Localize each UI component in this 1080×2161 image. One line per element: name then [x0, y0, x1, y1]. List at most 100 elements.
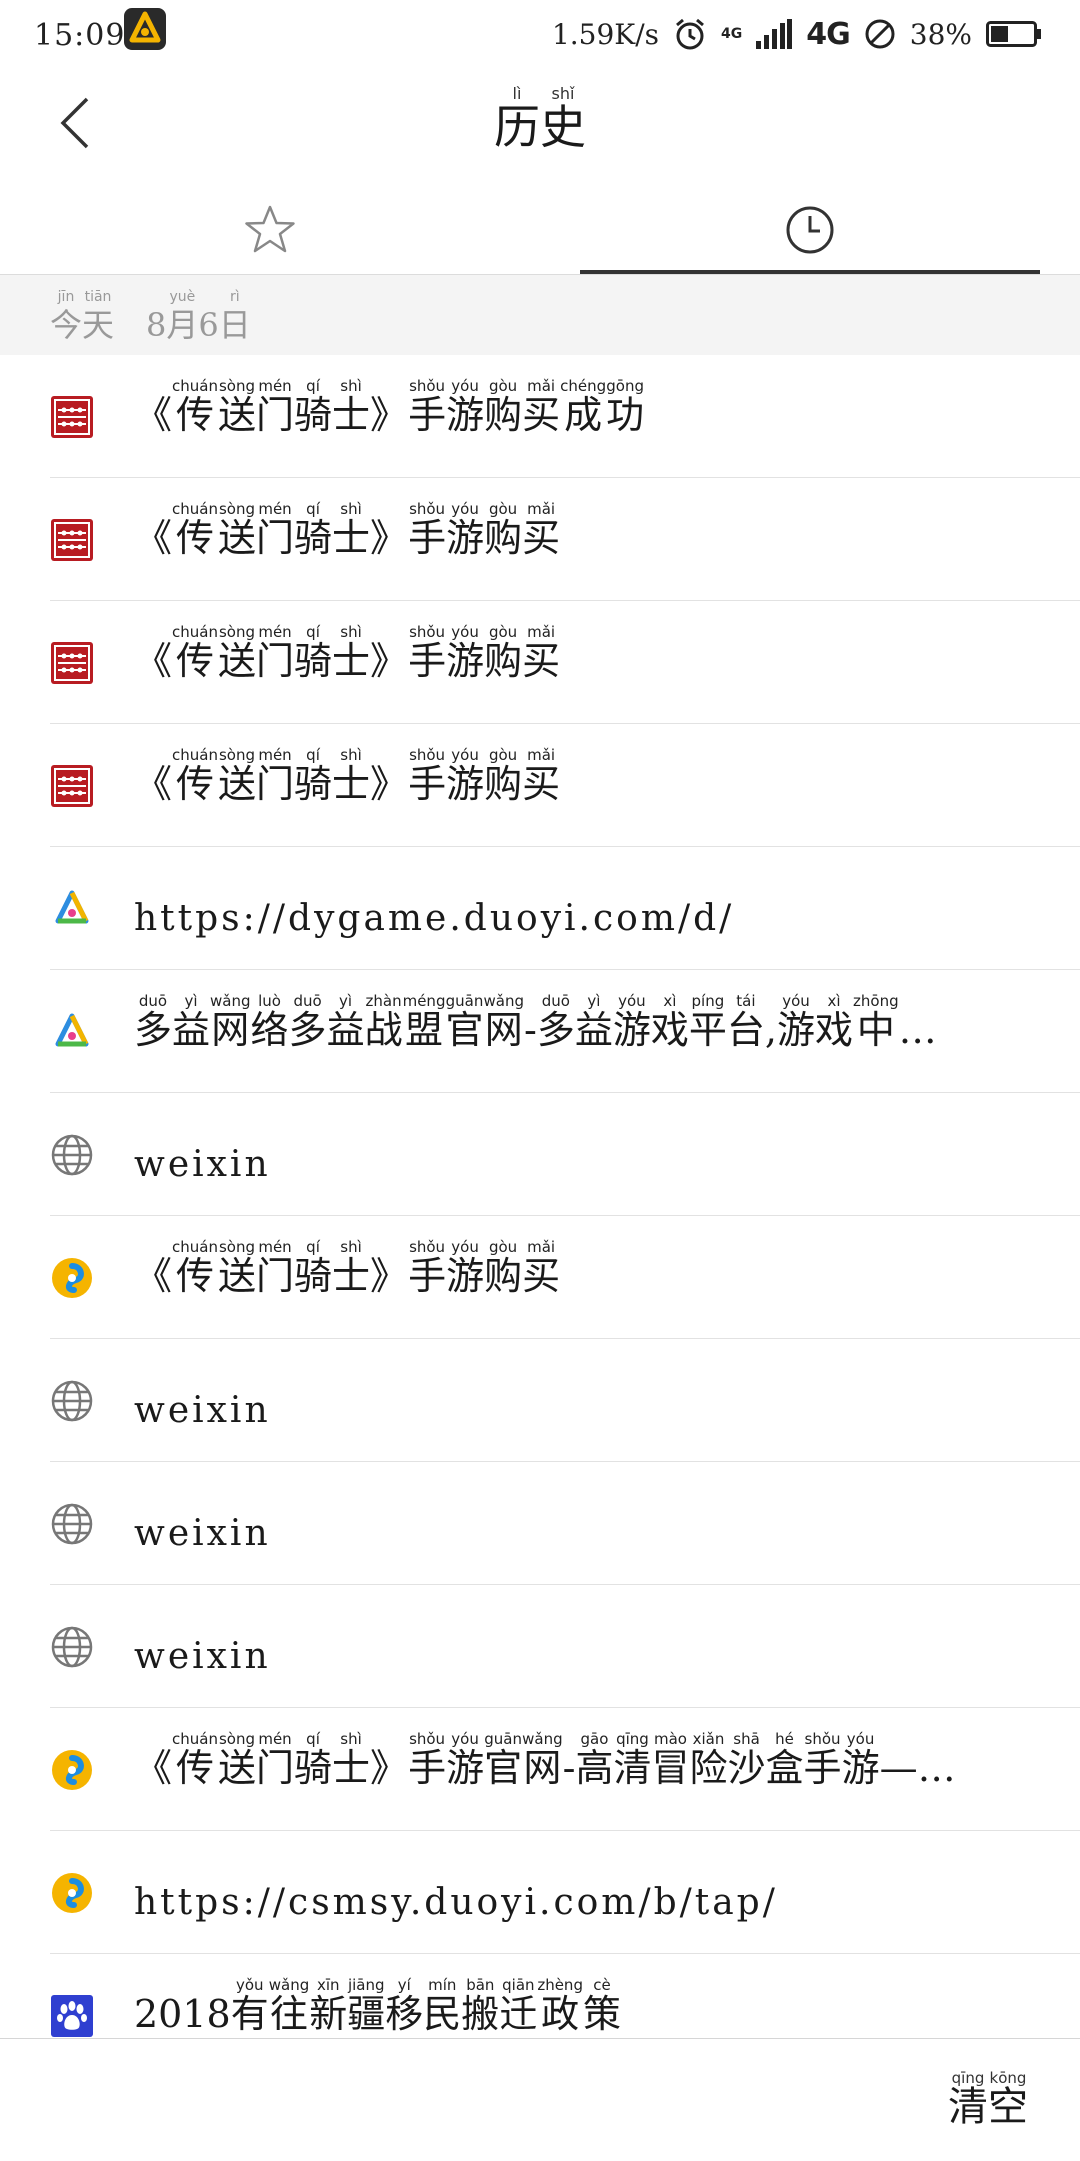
hanzi: 网 [211, 1008, 250, 1052]
history-item[interactable]: weixin [0, 1339, 1080, 1462]
alarm-icon [676, 18, 704, 50]
network-small-label: 4G [721, 26, 743, 42]
history-item-title: https://csmsy.duoyi.com/b/tap/ [134, 1853, 1020, 1927]
hanzi: 策 [582, 1992, 621, 2036]
ruby-char: mǎi 买 [522, 623, 560, 685]
hanzi: 《 [134, 762, 173, 806]
hanzi: 游 [446, 762, 485, 806]
ruby-char: shì 士 [332, 746, 370, 808]
history-item[interactable]: 《 chuán 传 sòng 送 mén 门 qí 骑 shì 士 》 shǒu 手 yóu 游 gòu 购 mǎ… [0, 355, 1080, 478]
ruby-char: qí 骑 [294, 1730, 332, 1792]
signal-icon [756, 19, 793, 49]
hanzi: 有 [230, 1992, 269, 2036]
ruby-char: mǎi 买 [522, 377, 560, 439]
ruby-char: chuán 传 [172, 1238, 218, 1300]
hanzi: 月 [166, 306, 199, 344]
ruby-char: qí 骑 [294, 746, 332, 808]
history-item[interactable]: 《 chuán 传 sòng 送 mén 门 qí 骑 shì 士 》 shǒu 手 yóu 游 guān 官 w… [0, 1708, 1080, 1831]
ruby-char: 》 [370, 746, 408, 808]
ruby-char: gāo 高 [575, 1730, 613, 1792]
ruby-char: mǎi 买 [522, 746, 560, 808]
ruby-char: 6 [198, 289, 218, 345]
hanzi: 》 [370, 762, 409, 806]
pinyin: jīn [57, 289, 75, 305]
ruby-char: sòng 送 [218, 500, 256, 562]
ruby-char: 《 [134, 746, 172, 808]
hanzi: 送 [217, 516, 256, 560]
ruby-char: qiān 迁 [499, 1976, 537, 2038]
hanzi: 传 [175, 516, 214, 560]
ruby-char: yóu 游 [446, 1238, 484, 1300]
ruby-char: yì 益 [575, 992, 613, 1054]
tab-favorites[interactable] [0, 186, 540, 274]
ruby-char: duō 多 [134, 992, 172, 1054]
abacus-icon [50, 641, 94, 685]
history-item-title: 《 chuán 传 sòng 送 mén 门 qí 骑 shì 士 》 shǒu 手 yóu 游 gòu 购 mǎ… [134, 377, 1020, 439]
ruby-char: yóu 游 [446, 746, 484, 808]
history-item[interactable]: 《 chuán 传 sòng 送 mén 门 qí 骑 shì 士 》 shǒu 手 yóu 游 gòu 购 mǎ… [0, 1216, 1080, 1339]
ruby-char: yóu 游 [842, 1730, 880, 1792]
ruby-char: tiān 天 [82, 289, 114, 345]
hanzi: 购 [484, 639, 523, 683]
hanzi: 功 [606, 393, 645, 437]
abacus-icon [50, 764, 94, 808]
history-item-title: weixin [134, 1607, 1020, 1681]
tab-bar [0, 186, 1080, 275]
hanzi: 台 [726, 1008, 765, 1052]
hanzi: 2018 [134, 1992, 231, 2036]
clear-button[interactable]: qīng 清 kōng 空 [948, 2069, 1028, 2131]
ruby-char: yóu 游 [446, 377, 484, 439]
hanzi: 手 [408, 1746, 447, 1790]
history-item[interactable]: https://dygame.duoyi.com/d/ [0, 847, 1080, 970]
hanzi: 中 [856, 1008, 895, 1052]
ruby-char: xīn 新 [309, 1976, 347, 2038]
hanzi: 门 [256, 762, 295, 806]
history-item[interactable]: weixin [0, 1585, 1080, 1708]
hanzi: 骑 [294, 762, 333, 806]
ruby-char: qí 骑 [294, 623, 332, 685]
globe-icon [50, 1502, 94, 1546]
ruby-char: shǒu 手 [408, 377, 446, 439]
ruby-char: yuè 月 [166, 289, 198, 345]
hanzi: - [562, 1746, 576, 1790]
history-item[interactable]: 《 chuán 传 sòng 送 mén 门 qí 骑 shì 士 》 shǒu 手 yóu 游 gòu 购 mǎ… [0, 601, 1080, 724]
hanzi: 多 [536, 1008, 575, 1052]
ruby-char: kōng 空 [988, 2069, 1028, 2131]
hanzi: 传 [175, 1254, 214, 1298]
hanzi: 购 [484, 1254, 523, 1298]
hanzi: 》 [370, 1254, 409, 1298]
ruby-char: lì 历 [494, 84, 540, 155]
hanzi: 》 [370, 639, 409, 683]
pinyin [146, 289, 166, 305]
hanzi: 清 [613, 1746, 652, 1790]
history-item[interactable]: 《 chuán 传 sòng 送 mén 门 qí 骑 shì 士 》 shǒu 手 yóu 游 gòu 购 mǎ… [0, 478, 1080, 601]
hanzi: 购 [484, 393, 523, 437]
hanzi: 游 [446, 1746, 485, 1790]
history-item[interactable]: weixin [0, 1093, 1080, 1216]
ruby-char: mén 门 [256, 1730, 294, 1792]
swirl-icon [50, 1748, 94, 1792]
ruby-char: gòu 购 [484, 377, 522, 439]
globe-icon [50, 1625, 94, 1669]
hanzi: 新 [309, 1992, 348, 2036]
ruby-char: duō 多 [289, 992, 327, 1054]
history-item-title: 《 chuán 传 sòng 送 mén 门 qí 骑 shì 士 》 shǒu 手 yóu 游 guān 官 w… [134, 1730, 1020, 1792]
history-item[interactable]: https://csmsy.duoyi.com/b/tap/ [0, 1831, 1080, 1954]
date-section-header: jīn 今 tiān 天 8 yuè 月 6 rì 日 [0, 275, 1080, 355]
swirl-icon [50, 1871, 94, 1915]
globe-icon [50, 1379, 94, 1423]
tab-history[interactable] [540, 186, 1080, 274]
history-item[interactable]: duō 多 yì 益 wǎng 网 luò 络 duō 多 yì 益 zhàn 战 méng 盟 guān 官 wǎ… [0, 970, 1080, 1093]
history-item[interactable]: 《 chuán 传 sòng 送 mén 门 qí 骑 shì 士 》 shǒu 手 yóu 游 gòu 购 mǎ… [0, 724, 1080, 847]
history-item[interactable]: weixin [0, 1462, 1080, 1585]
ruby-char: … [899, 992, 937, 1054]
hanzi: 传 [175, 393, 214, 437]
history-item-url: weixin [134, 1390, 271, 1431]
ruby-char: chuán 传 [172, 1730, 218, 1792]
ruby-char: sòng 送 [218, 623, 256, 685]
history-item-url: https://dygame.duoyi.com/d/ [134, 898, 735, 939]
ruby-char: wǎng 往 [269, 1976, 310, 2038]
do-not-disturb-icon [865, 19, 895, 49]
ruby-char: shì 士 [332, 500, 370, 562]
ruby-char: mào 冒 [651, 1730, 689, 1792]
